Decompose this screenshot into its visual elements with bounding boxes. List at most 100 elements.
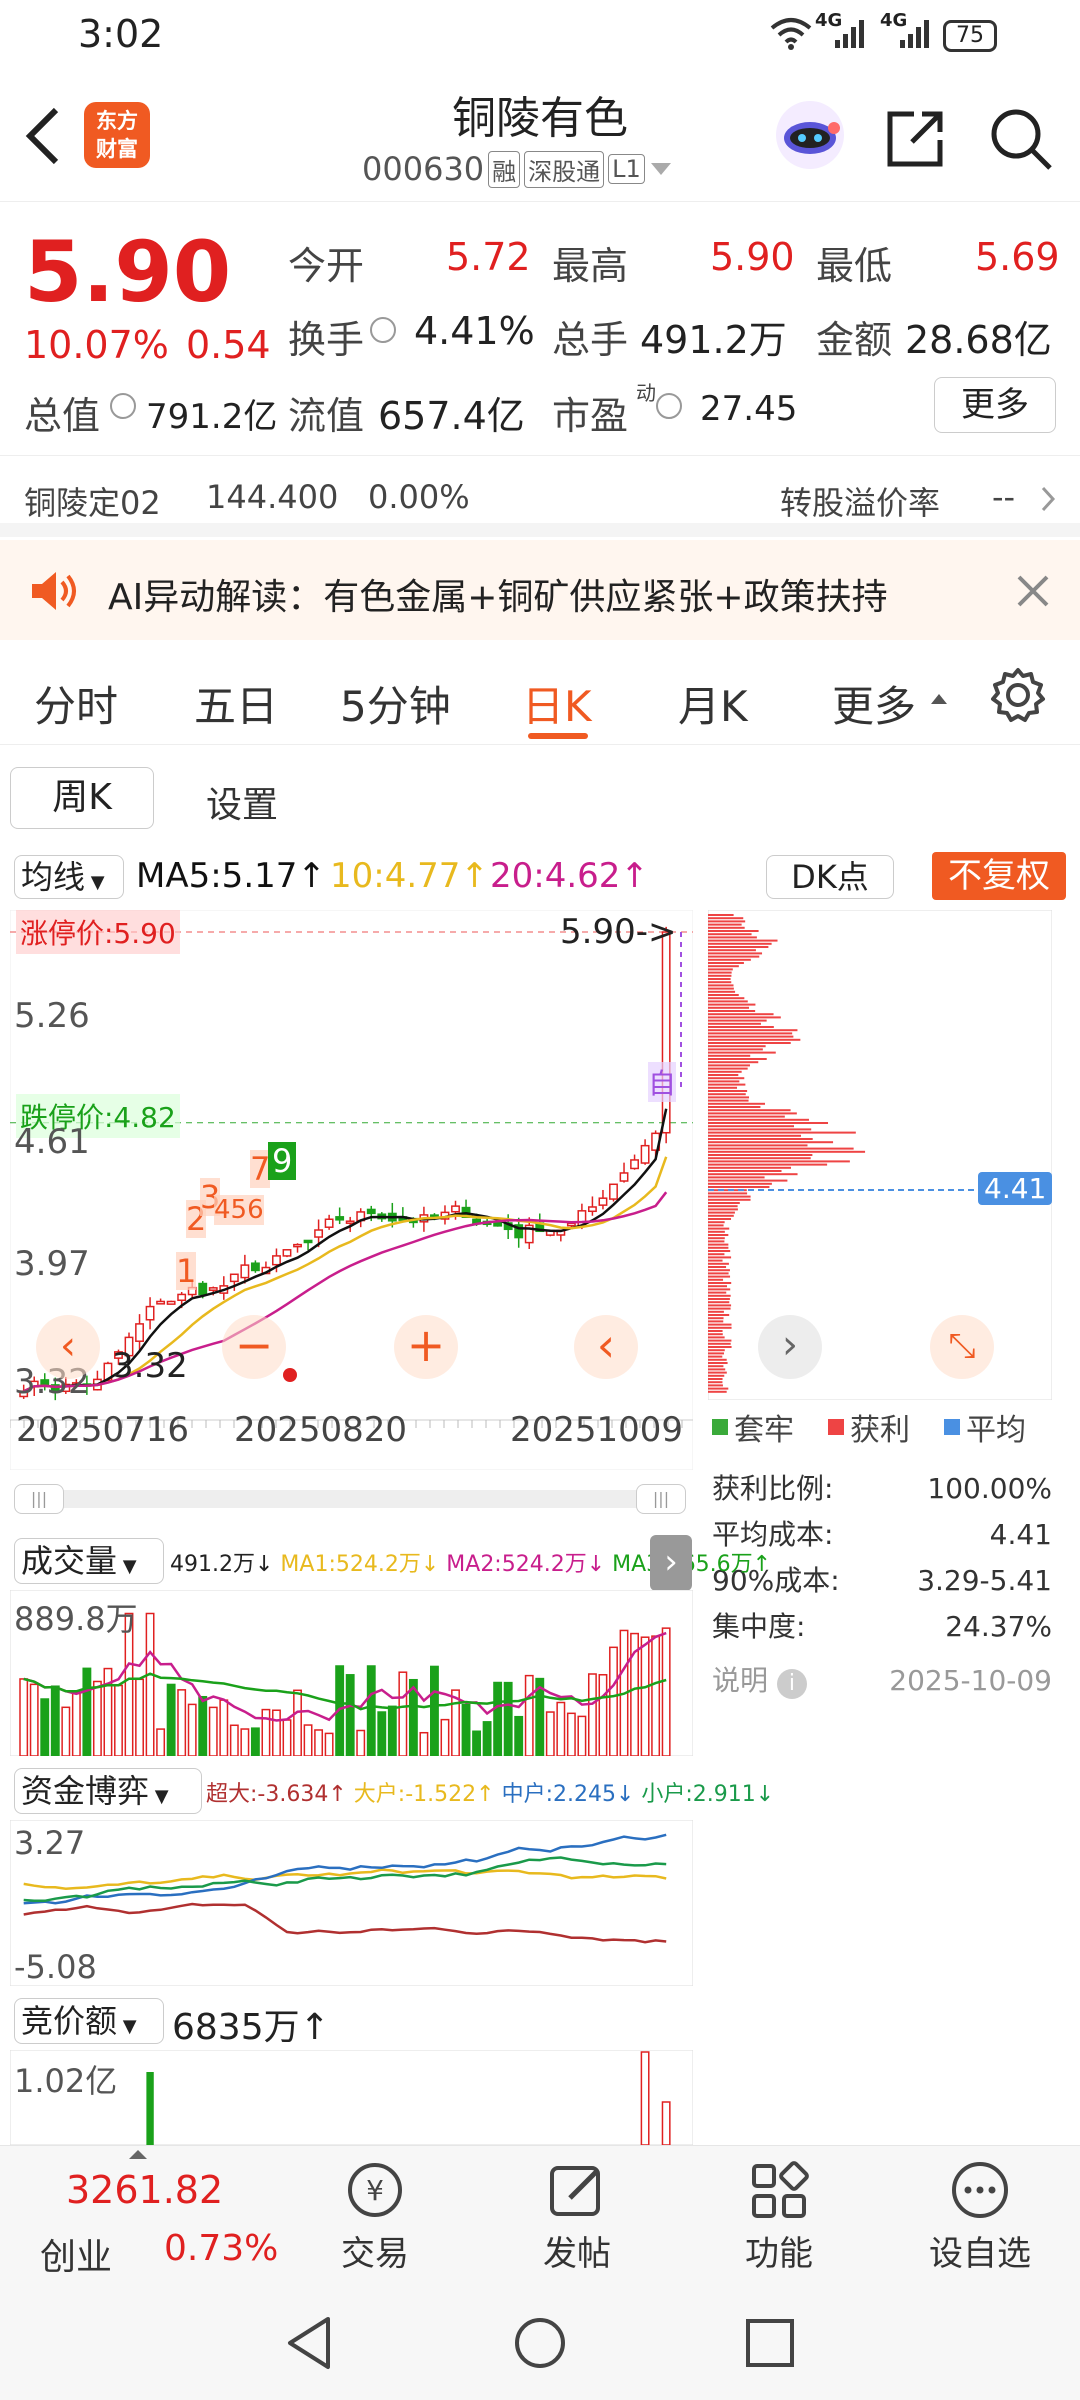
stock-code-row[interactable]: 000630 融 深股通 L1: [362, 150, 673, 188]
chip-bar: [708, 1211, 735, 1214]
chip-bar: [708, 1006, 749, 1009]
high-label: 最高: [552, 244, 629, 288]
chip-bar: [708, 1045, 766, 1048]
zoom-out-button[interactable]: −: [222, 1315, 286, 1379]
volume-bar: [419, 1731, 429, 1756]
chip-bar: [708, 1208, 738, 1211]
chevron-right-icon[interactable]: ›: [650, 1535, 692, 1591]
chip-bar: [708, 1134, 801, 1137]
tab-more[interactable]: 更多: [832, 673, 916, 734]
volume-bar: [387, 1705, 397, 1756]
index-ticker[interactable]: 3261.82 创业 0.73%: [0, 2146, 278, 2286]
chip-bar: [708, 1032, 793, 1035]
system-recents-icon[interactable]: [744, 2317, 796, 2369]
scroll-left-button[interactable]: ‹: [574, 1315, 638, 1379]
chip-bar: [708, 1330, 723, 1332]
zoom-in-button[interactable]: +: [394, 1315, 458, 1379]
open-value: 5.72: [446, 235, 531, 279]
x-label-1: 20250716: [16, 1410, 190, 1450]
chip-bar: [708, 1381, 723, 1384]
candle: [250, 1262, 260, 1272]
expand-icon[interactable]: ⤡: [930, 1315, 994, 1379]
fund-y-max: 3.27: [14, 1824, 86, 1862]
candle: [619, 1172, 629, 1182]
chip-bar: [708, 1182, 772, 1185]
volume-bar: [272, 1709, 281, 1756]
volume-bar: [303, 1724, 313, 1756]
volume-bar: [145, 1612, 155, 1756]
candle: [324, 1218, 334, 1228]
nav-trade[interactable]: ¥ 交易: [320, 2146, 430, 2286]
convertible-row[interactable]: 铜陵定02 144.400 0.00% 转股溢价率 --: [0, 455, 1080, 537]
settings-link[interactable]: 设置: [206, 776, 278, 828]
tab-daily[interactable]: 日K: [522, 673, 592, 734]
scroll-handle-left[interactable]: |||: [14, 1484, 64, 1514]
chip-bar: [708, 1342, 731, 1345]
chip-bar: [708, 1147, 854, 1150]
chevron-right-icon: [1041, 486, 1056, 512]
volume-bar: [566, 1712, 576, 1756]
info-icon[interactable]: [370, 317, 396, 343]
fund-selector[interactable]: 资金博弈 ▼: [14, 1768, 202, 1814]
auction-value: 6835万↑: [172, 2007, 330, 2048]
quote-panel: 5.90 10.07% 0.54 今开 5.72 最高 5.90 最低 5.69…: [0, 205, 1080, 455]
tab-5min[interactable]: 5分钟: [340, 673, 451, 734]
more-button[interactable]: 更多: [934, 377, 1056, 433]
share-icon[interactable]: [884, 108, 946, 170]
auction-selector[interactable]: 竞价额 ▼: [14, 1998, 164, 2044]
candle: [145, 1305, 155, 1321]
tab-intraday[interactable]: 分时: [34, 673, 118, 734]
dropdown-icon: [650, 163, 671, 175]
weekly-k-button[interactable]: 周K: [10, 767, 154, 829]
chip-bar: [708, 971, 732, 974]
chip-bar: [708, 933, 752, 936]
close-icon[interactable]: [1016, 574, 1050, 608]
search-icon[interactable]: [988, 106, 1054, 172]
chip-bar: [708, 1138, 813, 1140]
candle: [293, 1243, 302, 1248]
nav-function[interactable]: 功能: [724, 2146, 834, 2286]
chip-bar: [708, 984, 734, 987]
avg-cost-badge: 4.41: [978, 1172, 1053, 1205]
chip-bar: [708, 1205, 738, 1208]
dk-button[interactable]: DK点: [766, 855, 894, 899]
volume-selector[interactable]: 成交量 ▼: [14, 1538, 164, 1584]
gear-icon[interactable]: [990, 667, 1046, 723]
volume-bar: [609, 1646, 618, 1756]
signal-icon: [900, 20, 929, 48]
stock-header: 东方 财富 铜陵有色 000630 融 深股通 L1: [0, 72, 1080, 202]
chip-bar: [708, 1186, 770, 1188]
ai-banner[interactable]: AI异动解读：有色金属+铜矿供应紧张+政策扶持: [0, 540, 1080, 640]
status-bar: 3:02 4G 4G 75: [0, 0, 1080, 72]
ai-robot-icon[interactable]: [770, 100, 850, 170]
self-marker[interactable]: 自: [648, 1062, 677, 1102]
event-dot[interactable]: [283, 1368, 297, 1382]
kline-chart[interactable]: [10, 910, 693, 1470]
scroll-handle-right[interactable]: |||: [636, 1484, 686, 1514]
system-back-icon[interactable]: [284, 2315, 336, 2371]
left-end-button[interactable]: ‹: [36, 1315, 100, 1379]
tag-connect: 深股通: [524, 150, 605, 188]
chip-distribution-chart[interactable]: [708, 910, 1052, 1400]
seq-mark-9: 9: [268, 1142, 297, 1180]
volume-bar: [282, 1719, 292, 1756]
nav-post[interactable]: 发帖: [522, 2146, 632, 2286]
tab-monthly[interactable]: 月K: [678, 673, 748, 734]
system-home-icon[interactable]: [512, 2315, 568, 2371]
ma20-value: 20:4.62↑: [490, 856, 649, 896]
chip-bar: [708, 1358, 727, 1361]
chip-bar: [708, 1371, 727, 1374]
info-icon[interactable]: [110, 393, 136, 419]
nav-watchlist[interactable]: 设自选: [920, 2146, 1040, 2286]
info-icon[interactable]: [656, 393, 682, 419]
tab-5day[interactable]: 五日: [194, 673, 278, 734]
chip-next-button[interactable]: ›: [758, 1315, 822, 1379]
chip-bar: [708, 1179, 788, 1182]
ma-selector[interactable]: 均线 ▼: [14, 855, 124, 899]
chip-bar: [708, 1243, 729, 1246]
candle: [303, 1239, 313, 1244]
chart-scrollbar[interactable]: [14, 1490, 684, 1508]
adjust-button[interactable]: 不复权: [932, 852, 1066, 900]
fund-chart[interactable]: [10, 1820, 693, 1986]
clock: 3:02: [78, 12, 164, 56]
